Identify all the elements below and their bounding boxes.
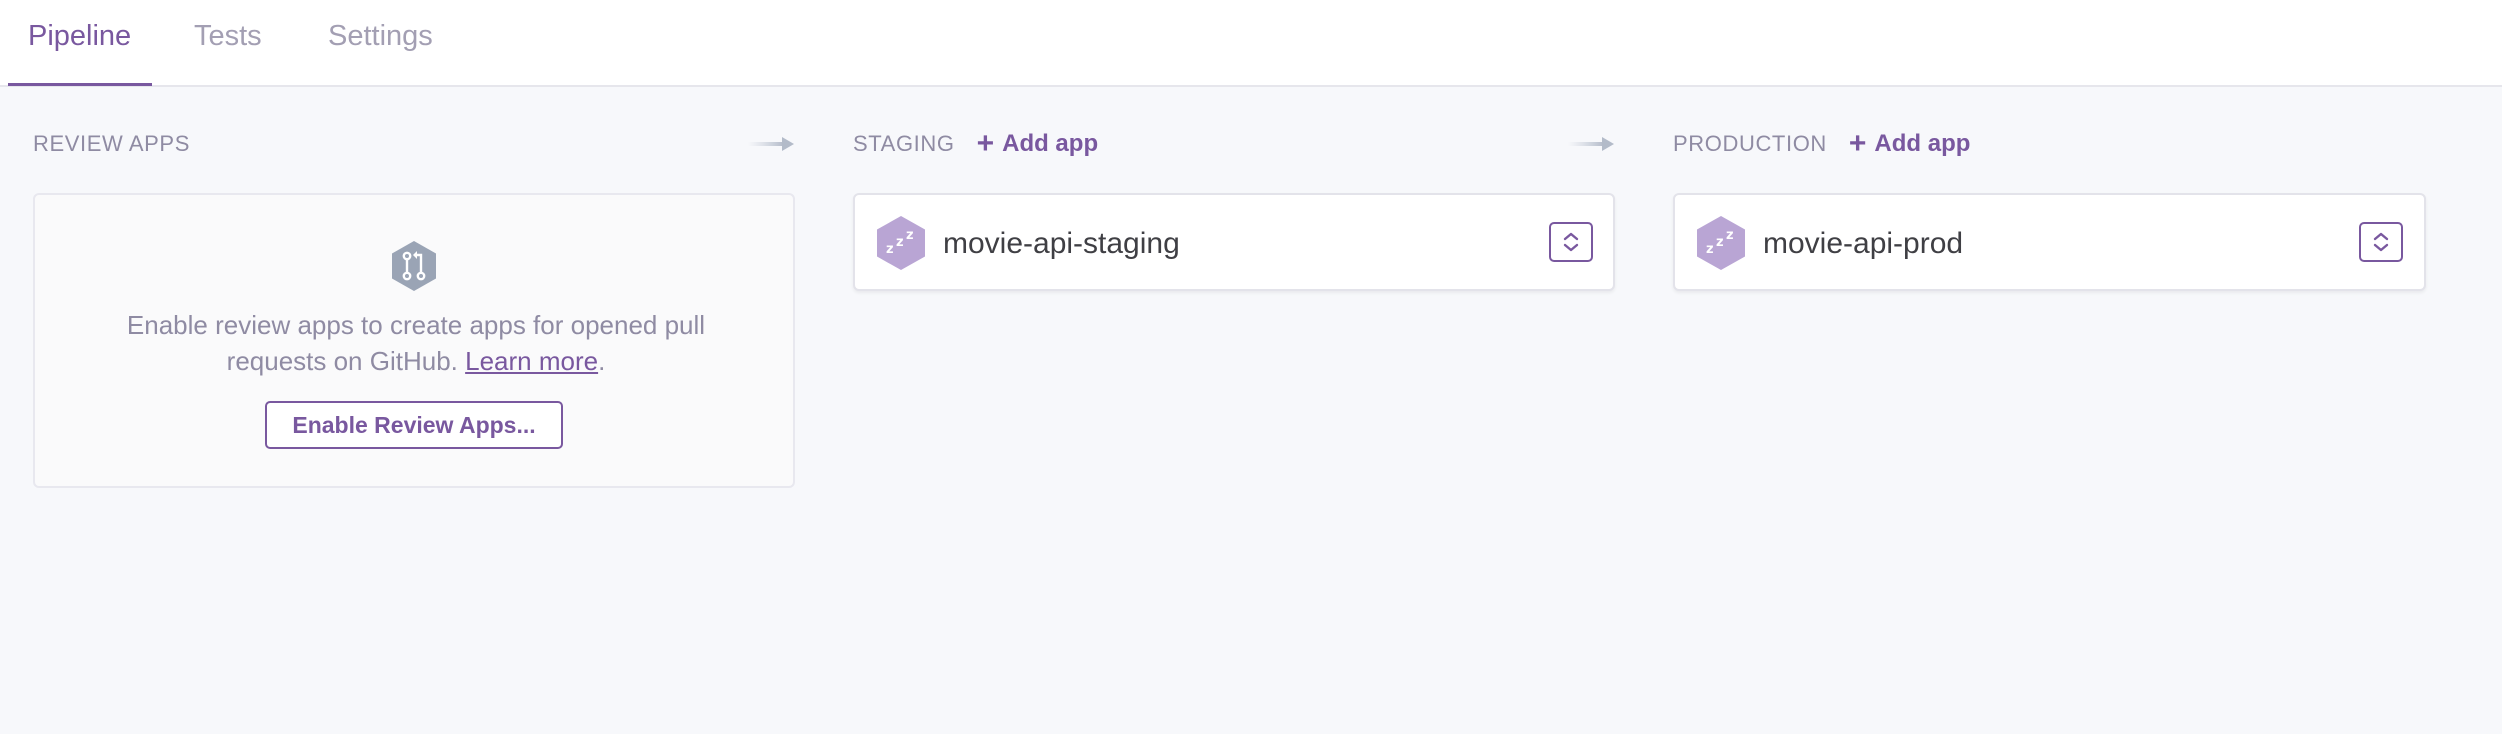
tab-settings[interactable]: Settings [328,16,433,56]
app-name[interactable]: movie-api-prod [1763,224,1963,264]
sleeping-dyno-icon: z z z [1697,216,1745,270]
tab-tests[interactable]: Tests [194,16,262,56]
plus-icon: + [1848,127,1867,160]
production-add-app-button[interactable]: + Add app [1848,127,1971,160]
chevron-up-down-icon [1563,232,1579,252]
review-apps-description: Enable review apps to create apps for op… [126,310,706,376]
svg-text:z: z [906,228,914,243]
review-apps-card: Enable review apps to create apps for op… [33,193,795,488]
production-app-card[interactable]: z z z movie-api-prod [1673,193,2426,291]
chevron-up-down-icon [2373,232,2389,252]
active-tab-indicator [8,83,152,86]
tab-bar: Pipeline Tests Settings [0,0,2502,87]
app-menu-toggle[interactable] [2359,222,2403,262]
learn-more-link[interactable]: Learn more [465,346,598,376]
pull-request-icon [392,241,436,291]
arrow-right-icon [1568,137,1614,151]
plus-icon: + [976,127,995,160]
staging-add-app-button[interactable]: + Add app [976,127,1099,160]
svg-text:z: z [896,235,904,250]
svg-text:z: z [1716,235,1724,250]
review-apps-header: REVIEW APPS [33,128,190,160]
svg-text:z: z [886,242,894,257]
staging-header: STAGING + Add app [853,128,1098,160]
production-header: PRODUCTION + Add app [1673,128,1970,160]
review-apps-title: REVIEW APPS [33,131,190,156]
app-name[interactable]: movie-api-staging [943,224,1180,264]
production-title: PRODUCTION [1673,131,1827,156]
svg-text:z: z [1706,242,1714,257]
tab-pipeline[interactable]: Pipeline [28,16,131,56]
staging-app-card[interactable]: z z z movie-api-staging [853,193,1615,291]
sleeping-dyno-icon: z z z [877,216,925,270]
app-menu-toggle[interactable] [1549,222,1593,262]
arrow-right-icon [748,137,794,151]
enable-review-apps-button[interactable]: Enable Review Apps... [265,401,563,449]
svg-text:z: z [1726,228,1734,243]
staging-title: STAGING [853,131,955,156]
